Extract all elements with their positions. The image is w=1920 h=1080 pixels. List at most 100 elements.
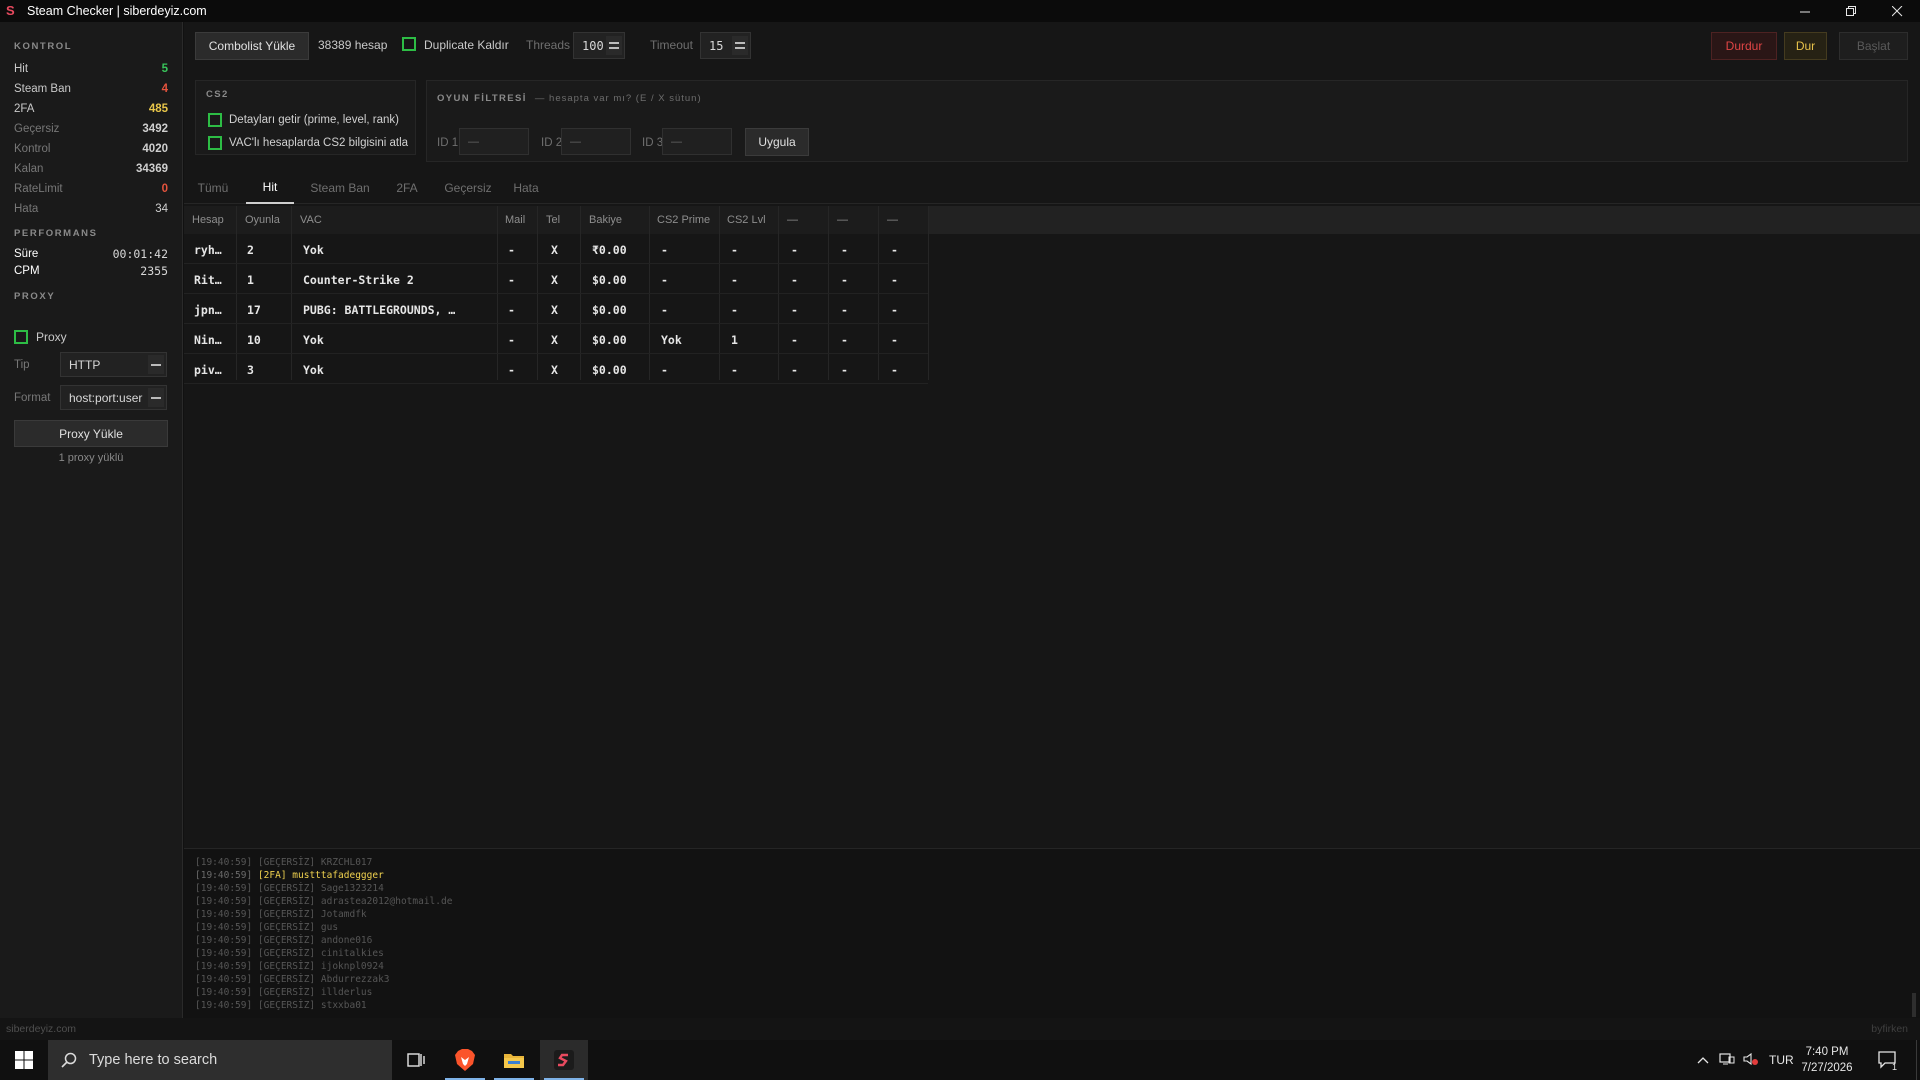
log-text: mustttafadeggger [292, 870, 384, 881]
cs2-details-checkbox[interactable] [208, 113, 222, 127]
col-header[interactable]: — [887, 214, 898, 226]
proxy-type-select[interactable]: HTTP [60, 352, 167, 377]
minimize-icon [1799, 11, 1810, 12]
start-button[interactable]: Başlat [1839, 32, 1908, 60]
proxy-load-button[interactable]: Proxy Yükle [14, 420, 168, 447]
show-desktop-button[interactable] [1916, 1040, 1920, 1080]
perf-value: 00:01:42 [112, 247, 168, 261]
start-button[interactable] [0, 1040, 48, 1080]
col-header[interactable]: — [837, 214, 848, 226]
chevron-up-icon[interactable] [1697, 1053, 1709, 1067]
steam-checker-taskbar-button[interactable] [540, 1040, 588, 1080]
minimize-button[interactable] [1782, 0, 1828, 22]
col-header[interactable]: — [787, 214, 798, 226]
cs2-vac-skip-checkbox[interactable] [208, 136, 222, 150]
col-header[interactable]: Mail [505, 214, 525, 226]
cell-tel: X [551, 363, 558, 377]
duplicate-label: Duplicate Kaldır [424, 38, 509, 52]
restore-button[interactable] [1828, 0, 1874, 22]
stop-button[interactable]: Durdur [1711, 32, 1777, 60]
log-scrollbar[interactable] [1912, 993, 1916, 1017]
timeout-value: 15 [709, 38, 724, 53]
language-indicator[interactable]: TUR [1769, 1053, 1794, 1067]
notifications-button[interactable]: 1 [1866, 1040, 1910, 1080]
cs2-details-option[interactable]: Detayları getir (prime, level, rank) [208, 113, 399, 127]
tab-hata[interactable]: Hata [508, 172, 544, 204]
cell-cs2-lvl: - [731, 273, 738, 287]
proxy-checkbox[interactable] [14, 330, 28, 344]
tab-2fa[interactable]: 2FA [390, 172, 424, 204]
timeout-input[interactable]: 15 [700, 32, 751, 59]
table-row[interactable]: Nin… 10 Yok - X $0.00 Yok 1 - - - [184, 324, 928, 354]
account-count: 38389 hesap [318, 38, 388, 52]
table-row[interactable]: ryh… 2 Yok - X ₹0.00 - - - - - [184, 234, 928, 264]
dropdown-icon[interactable] [148, 355, 164, 374]
tab-gecersiz[interactable]: Geçersiz [438, 172, 498, 204]
table-row[interactable]: Rit… 1 Counter-Strike 2 - X $0.00 - - - … [184, 264, 928, 294]
title-bar: S Steam Checker | siberdeyiz.com [0, 0, 1920, 22]
id3-input[interactable]: — [662, 128, 732, 155]
combolist-load-button[interactable]: Combolist Yükle [195, 32, 309, 60]
log-ts: [19:40:59] [195, 870, 253, 881]
log-line: [19:40:59] [GEÇERSİZ] andone016 [195, 935, 372, 946]
stat-label: Steam Ban [14, 83, 71, 95]
col-header[interactable]: VAC [300, 214, 322, 226]
close-button[interactable] [1874, 0, 1920, 22]
log-line: [19:40:59] [GEÇERSİZ] adrastea2012@hotma… [195, 896, 452, 907]
col-header[interactable]: Hesap [192, 214, 224, 226]
cell-mail: - [508, 303, 515, 317]
threads-input[interactable]: 100 [573, 32, 625, 59]
cs2-vac-skip-option[interactable]: VAC'lı hesaplarda CS2 bilgisini atla [208, 136, 408, 150]
dropdown-icon[interactable] [148, 388, 164, 407]
perf-cpm: CPM 2355 [14, 262, 168, 280]
col-header[interactable]: CS2 Prime [657, 214, 710, 226]
id3-label: ID 3 [642, 137, 664, 149]
cell-cs2-lvl: - [731, 243, 738, 257]
stat-2fa: 2FA 485 [14, 100, 168, 118]
stepper-icon[interactable] [732, 36, 748, 55]
taskbar-search[interactable]: Type here to search [48, 1040, 392, 1080]
pause-button[interactable]: Dur [1784, 32, 1827, 60]
col-header[interactable]: Bakiye [589, 214, 622, 226]
brave-browser-button[interactable] [441, 1040, 489, 1080]
duplicate-checkbox[interactable] [402, 37, 416, 51]
taskbar-clock[interactable]: 7:40 PM 7/27/2026 [1792, 1044, 1862, 1076]
log-panel[interactable]: [19:40:59] [GEÇERSİZ] KRZCHL017 [19:40:5… [184, 848, 1920, 1018]
id1-input[interactable]: — [459, 128, 529, 155]
col-header[interactable]: Oyunla [245, 214, 280, 226]
col-header[interactable]: CS2 Lvl [727, 214, 766, 226]
table-header [184, 206, 1920, 234]
game-filter-panel: OYUN FİLTRESİ — hesapta var mı? (E / X s… [426, 80, 1908, 162]
log-line: [19:40:59] [GEÇERSİZ] stxxba01 [195, 1000, 367, 1011]
network-icon[interactable] [1719, 1052, 1735, 1069]
tab-all[interactable]: Tümü [195, 172, 231, 204]
table-row[interactable]: jpn… 17 PUBG: BATTLEGROUNDS, … - X $0.00… [184, 294, 928, 324]
apply-filter-button[interactable]: Uygula [745, 128, 809, 156]
cell-vac: Yok [303, 363, 324, 377]
tab-steam-ban[interactable]: Steam Ban [304, 172, 376, 204]
table-row[interactable]: piv… 3 Yok - X $0.00 - - - - - [184, 354, 928, 384]
cell-vac: Yok [303, 243, 324, 257]
id2-input[interactable]: — [561, 128, 631, 155]
cell-account: piv… [194, 363, 222, 377]
status-left-text: siberdeyiz.com [6, 1023, 77, 1035]
proxy-format-select[interactable]: host:port:user [60, 385, 167, 410]
col-header[interactable]: Tel [546, 214, 560, 226]
perf-value: 2355 [140, 264, 168, 278]
cell-cs2-prime: - [661, 243, 668, 257]
volume-muted-icon[interactable] [1743, 1052, 1759, 1069]
file-explorer-button[interactable] [490, 1040, 538, 1080]
cell-games: 3 [247, 363, 254, 377]
cell-balance: $0.00 [592, 333, 627, 347]
stat-gecersiz: Geçersiz 3492 [14, 120, 168, 138]
proxy-count-text: 1 proxy yüklü [58, 452, 124, 464]
log-tag: [GEÇERSİZ] [257, 961, 316, 972]
stepper-icon[interactable] [606, 36, 622, 55]
proxy-checkbox-row[interactable]: Proxy [14, 330, 67, 344]
tab-hit[interactable]: Hit [246, 172, 294, 204]
cell-extra: - [841, 303, 848, 317]
log-ts: [19:40:59] [195, 883, 253, 894]
cell-cs2-prime: - [661, 363, 668, 377]
task-view-button[interactable] [392, 1040, 440, 1080]
cell-account: Nin… [194, 333, 222, 347]
